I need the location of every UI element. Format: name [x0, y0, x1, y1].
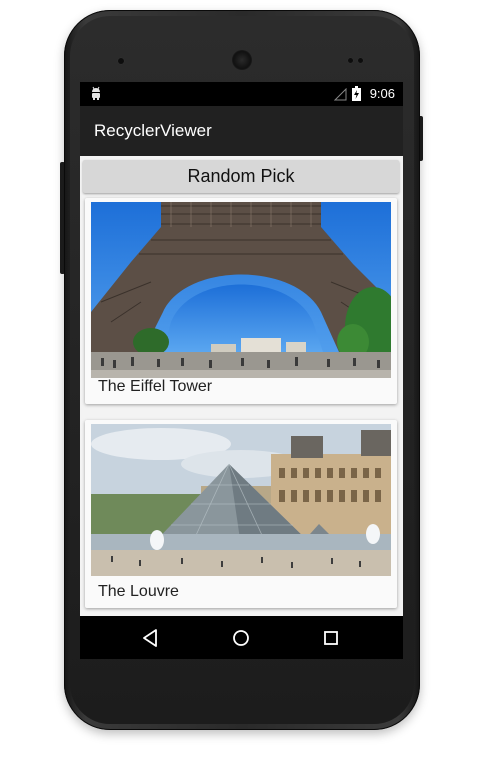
sensor-dot — [358, 58, 363, 63]
android-icon — [90, 86, 102, 105]
random-pick-button[interactable]: Random Pick — [83, 160, 399, 193]
sensor-dot — [348, 58, 353, 63]
card-caption: The Eiffel Tower — [98, 378, 213, 395]
photo-card[interactable]: The Louvre — [85, 420, 397, 608]
app-title: RecyclerViewer — [94, 121, 212, 140]
battery-charging-icon — [352, 86, 361, 106]
navigation-bar — [80, 616, 403, 659]
back-icon[interactable] — [138, 625, 164, 651]
home-icon[interactable] — [228, 625, 254, 651]
status-time: 9:06 — [369, 86, 395, 101]
front-camera — [118, 58, 124, 64]
content-area: Random Pick The Eiffel Tower The Louvre — [80, 156, 403, 616]
earpiece-speaker — [232, 50, 252, 70]
louvre-photo — [91, 424, 391, 576]
eiffel-tower-photo — [91, 202, 391, 378]
card-caption: The Louvre — [98, 583, 179, 600]
photo-card[interactable]: The Eiffel Tower — [85, 198, 397, 404]
signal-icon — [333, 87, 347, 106]
device-screen: 9:06 RecyclerViewer Random Pick The Eiff… — [80, 82, 403, 659]
recents-icon[interactable] — [318, 625, 344, 651]
status-bar: 9:06 — [80, 82, 403, 106]
app-bar: RecyclerViewer — [80, 106, 403, 156]
